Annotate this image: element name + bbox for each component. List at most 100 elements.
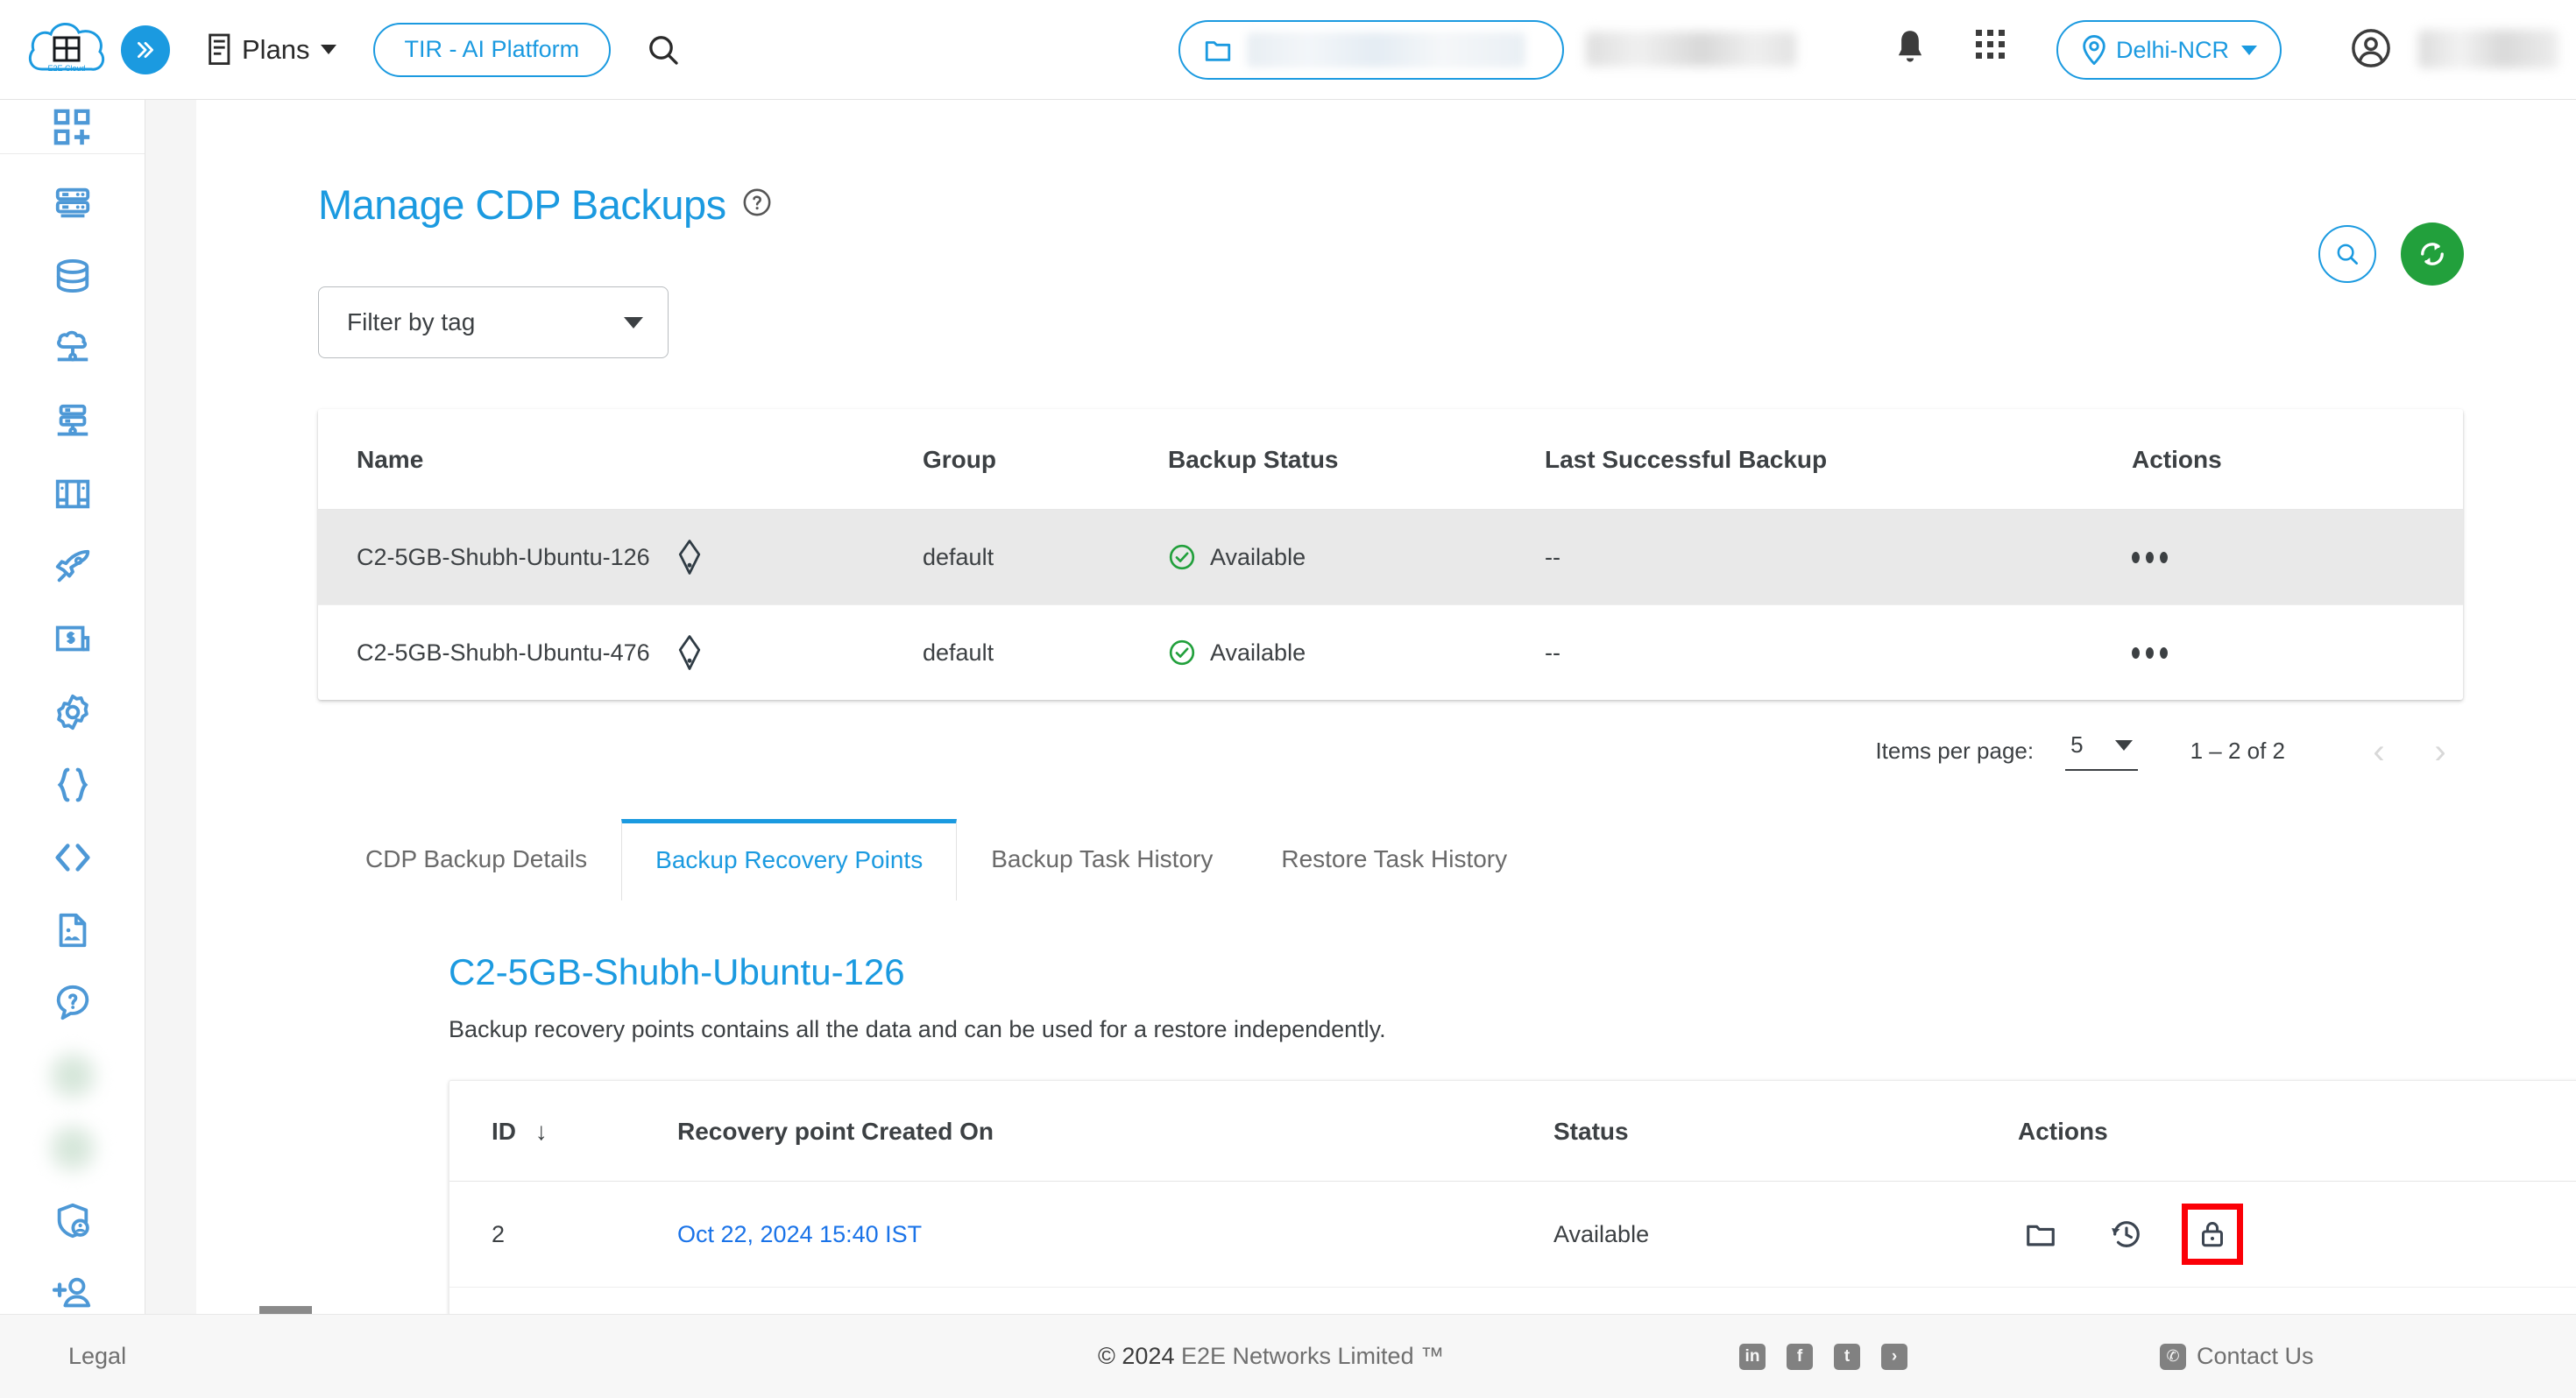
chevron-double-right-icon <box>138 41 153 58</box>
recovery-points-table-card: ID ↓ Recovery point Created On Status Ac… <box>449 1080 2576 1314</box>
check-circle-icon <box>1169 639 1195 666</box>
backups-table-header-row: Name Group Backup Status Last Successful… <box>318 409 2463 510</box>
page-footer: Legal © 2024 E2E Networks Limited ™ in f… <box>0 1314 2576 1398</box>
more-options-icon[interactable] <box>2132 551 2463 563</box>
e2e-cloud-logo[interactable]: E2E Cloud <box>19 10 114 90</box>
backup-name-cell: C2-5GB-Shubh-Ubuntu-126 <box>357 540 923 575</box>
backup-group: default <box>923 639 994 666</box>
table-row[interactable]: C2-5GB-Shubh-Ubuntu-476 default Availabl… <box>318 605 2463 701</box>
sidebar-item-api[interactable] <box>0 748 145 821</box>
arrow-down-icon: ↓ <box>534 1118 548 1145</box>
apps-grid-button[interactable] <box>1976 30 2005 59</box>
sidebar-item-code[interactable] <box>0 821 145 893</box>
sidebar-item-security[interactable] <box>0 1184 145 1257</box>
chevron-down-icon <box>320 45 336 54</box>
chevron-left-icon[interactable]: ‹ <box>2357 734 2401 769</box>
footer-copyright: © 2024 E2E Networks Limited ™ <box>1098 1343 1444 1370</box>
search-icon <box>2337 244 2358 265</box>
detail-tabs: CDP Backup Details Backup Recovery Point… <box>331 818 2576 900</box>
sidebar-item-add-user[interactable] <box>0 1257 145 1330</box>
tab-restore-task-history[interactable]: Restore Task History <box>1247 818 1541 900</box>
folder-icon[interactable] <box>2018 1211 2063 1257</box>
sidebar-item-settings[interactable] <box>0 675 145 748</box>
recovery-actions <box>2018 1204 2576 1265</box>
sidebar-item-blurred-1[interactable] <box>0 1039 145 1112</box>
folder-icon <box>1205 41 1231 61</box>
app-root: E2E Cloud Plans TIR - AI Platform Delhi-… <box>0 0 2576 1398</box>
chevron-down-icon <box>624 316 643 328</box>
notifications-button[interactable] <box>1893 28 1928 73</box>
sidebar-item-support[interactable] <box>0 966 145 1039</box>
rocket-icon <box>55 549 89 582</box>
help-circle-icon[interactable] <box>742 187 772 222</box>
backups-table-card: Name Group Backup Status Last Successful… <box>318 409 2463 700</box>
tab-backup-recovery-points[interactable]: Backup Recovery Points <box>621 819 958 900</box>
restore-history-icon[interactable] <box>2104 1211 2149 1257</box>
tir-ai-platform-button[interactable]: TIR - AI Platform <box>372 22 612 77</box>
cloud-network-icon <box>56 330 88 362</box>
backups-table: Name Group Backup Status Last Successful… <box>318 409 2463 700</box>
filter-by-tag-select[interactable]: Filter by tag <box>318 286 669 358</box>
linkedin-icon[interactable]: in <box>1739 1343 1766 1370</box>
table-row[interactable]: 1 Oct 22, 2024 12:45 IST Available <box>449 1288 2576 1315</box>
main-content: Manage CDP Backups Filter by tag Name Gr… <box>145 100 2576 1314</box>
table-row[interactable]: 2 Oct 22, 2024 15:40 IST Available <box>449 1181 2576 1288</box>
blurred-item-icon <box>46 1122 98 1174</box>
items-per-page-select[interactable]: 5 <box>2065 731 2138 771</box>
tab-cdp-backup-details[interactable]: CDP Backup Details <box>331 818 621 900</box>
horizontal-scrollbar-thumb[interactable] <box>259 1306 312 1314</box>
items-per-page-value: 5 <box>2070 731 2084 758</box>
facebook-icon[interactable]: f <box>1787 1343 1813 1370</box>
column-header-id[interactable]: ID ↓ <box>449 1081 677 1182</box>
global-search-button[interactable] <box>646 32 681 67</box>
column-header-status: Status <box>1553 1081 2018 1182</box>
recovery-section-description: Backup recovery points contains all the … <box>449 1016 1386 1042</box>
document-image-icon <box>59 913 86 947</box>
pen-edit-icon[interactable] <box>675 635 704 670</box>
phone-icon: ✆ <box>2160 1343 2186 1370</box>
chevron-right-icon[interactable]: › <box>2418 734 2462 769</box>
region-label: Delhi-NCR <box>2116 36 2230 63</box>
sidebar-item-add-node[interactable] <box>0 100 145 154</box>
recovery-id: 1 <box>449 1288 677 1315</box>
sidebar-item-billing[interactable] <box>0 603 145 675</box>
page-actions <box>2318 222 2464 286</box>
page-search-button[interactable] <box>2318 225 2376 283</box>
storage-grid-icon <box>55 479 89 508</box>
sidebar-item-cloud-network[interactable] <box>0 312 145 385</box>
sidebar-item-launch[interactable] <box>0 530 145 603</box>
backup-name: C2-5GB-Shubh-Ubuntu-476 <box>357 639 650 666</box>
more-options-icon[interactable] <box>2132 646 2463 659</box>
server-rack-icon <box>55 187 89 217</box>
project-selector[interactable] <box>1178 20 1564 80</box>
footer-legal-link[interactable]: Legal <box>68 1343 126 1370</box>
sidebar-item-images[interactable] <box>0 893 145 966</box>
pen-edit-icon[interactable] <box>675 540 704 575</box>
sidebar-item-compute[interactable] <box>0 166 145 239</box>
tab-backup-task-history[interactable]: Backup Task History <box>957 818 1247 900</box>
sidebar-expand-button[interactable] <box>121 25 170 74</box>
billing-invoice-icon <box>55 625 89 651</box>
sidebar-item-blurred-2[interactable] <box>0 1112 145 1184</box>
region-selector[interactable]: Delhi-NCR <box>2056 20 2282 80</box>
rss-icon[interactable]: › <box>1881 1343 1907 1370</box>
sidebar-item-storage[interactable] <box>0 457 145 530</box>
lock-icon[interactable] <box>2182 1204 2243 1265</box>
table-row[interactable]: C2-5GB-Shubh-Ubuntu-126 default Availabl… <box>318 509 2463 605</box>
sidebar-item-database[interactable] <box>0 239 145 312</box>
recovery-points-table: ID ↓ Recovery point Created On Status Ac… <box>449 1081 2576 1314</box>
sidebar-items <box>0 154 145 1330</box>
recovery-created-on-link[interactable]: Oct 22, 2024 15:40 IST <box>677 1221 922 1247</box>
column-header-recovery-point-created-on: Recovery point Created On <box>677 1081 1553 1182</box>
account-menu-button[interactable] <box>2351 28 2391 73</box>
bell-icon <box>1898 31 1922 62</box>
search-icon <box>649 35 678 65</box>
refresh-button[interactable] <box>2401 222 2464 286</box>
plans-menu-button[interactable]: Plans <box>205 32 336 67</box>
footer-contact-us-link[interactable]: ✆ Contact Us <box>2160 1343 2314 1370</box>
sidebar-item-load-balancer[interactable] <box>0 385 145 457</box>
column-header-id-label: ID <box>492 1118 516 1145</box>
twitter-icon[interactable]: t <box>1834 1343 1860 1370</box>
braces-icon <box>57 767 88 801</box>
project-name-blurred <box>1247 32 1525 67</box>
